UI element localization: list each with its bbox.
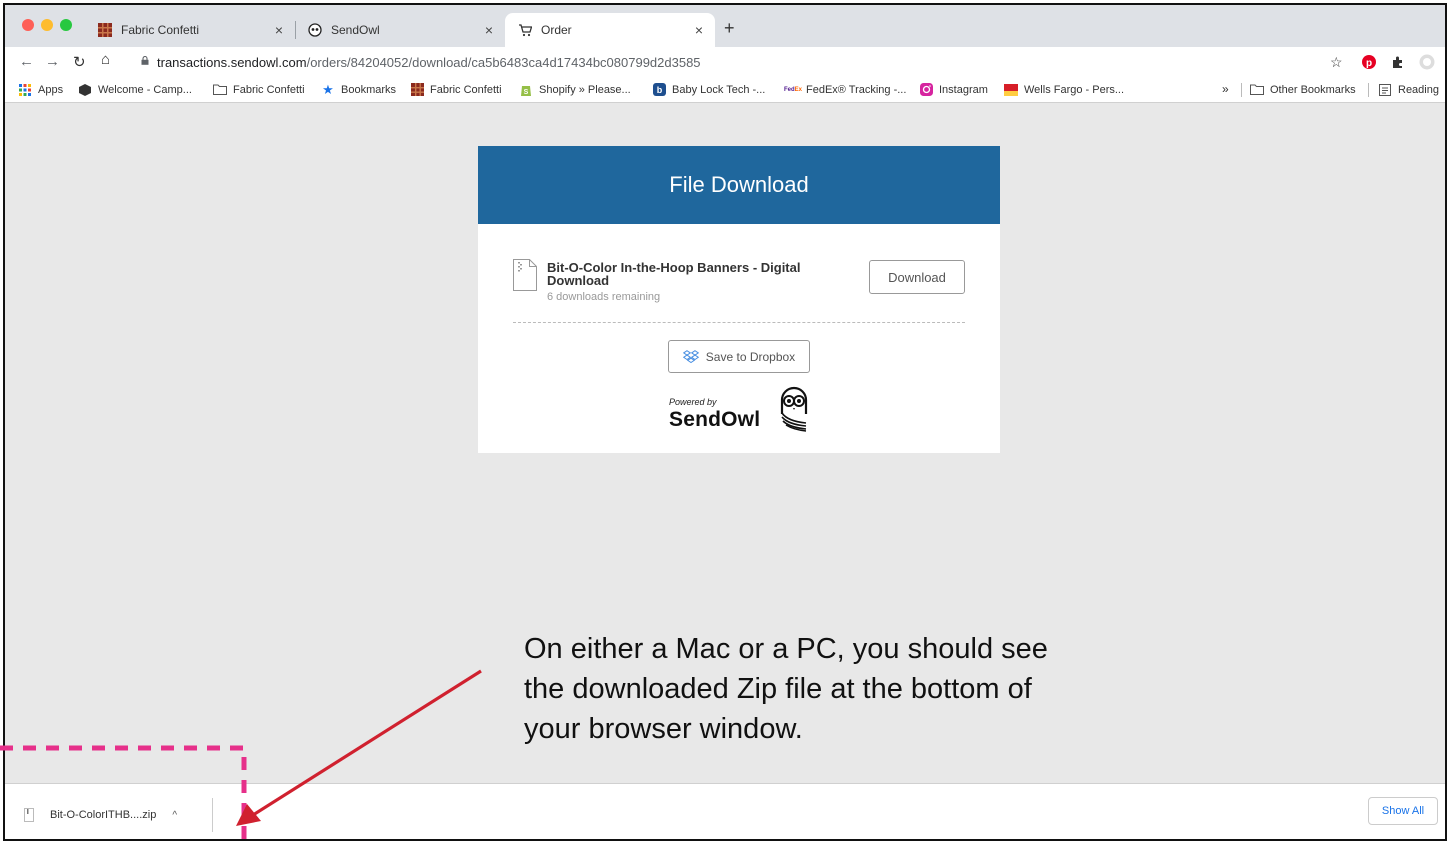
close-tab-icon[interactable]: × (485, 22, 493, 38)
lock-icon (141, 56, 149, 65)
downloads-remaining: 6 downloads remaining (547, 291, 661, 303)
folder-icon (1250, 83, 1264, 96)
bookmark-apps[interactable]: Apps (18, 83, 63, 96)
dropbox-icon (682, 349, 699, 363)
url-domain: transactions.sendowl.com (157, 55, 307, 70)
apps-grid-icon (18, 83, 32, 96)
bookmarks-bar: Apps Welcome - Camp... Fabric Confetti ★… (5, 77, 1445, 103)
tab-sendowl[interactable]: SendOwl × (295, 13, 505, 47)
fabric-confetti-favicon (410, 83, 424, 96)
back-icon[interactable]: ← (19, 53, 34, 70)
url-field[interactable]: transactions.sendowl.com/orders/84204052… (157, 55, 701, 70)
fedex-icon: Fed Ex (784, 86, 803, 93)
extensions-puzzle-icon[interactable] (1391, 55, 1405, 69)
reload-icon[interactable]: ↻ (73, 53, 86, 71)
close-tab-icon[interactable]: × (275, 22, 283, 38)
tab-title: Order (541, 23, 572, 37)
powered-by-label: Powered by (669, 397, 717, 407)
bookmark-other-bookmarks[interactable]: Other Bookmarks (1250, 83, 1356, 96)
bookmark-wells-fargo[interactable]: Wells Fargo - Pers... (1004, 83, 1124, 96)
new-tab-button[interactable]: + (724, 18, 735, 39)
dropbox-label: Save to Dropbox (705, 349, 796, 364)
bookmarks-overflow-button[interactable]: » (1222, 82, 1229, 96)
bookmark-shopify[interactable]: S Shopify » Please... (519, 83, 631, 96)
bookmark-label: Other Bookmarks (1270, 83, 1356, 96)
divider (513, 322, 965, 323)
bookmark-fabric-confetti[interactable]: Fabric Confetti (410, 83, 502, 96)
babylock-icon: b (652, 83, 666, 96)
bookmark-label: Bookmarks (341, 83, 397, 96)
fabric-confetti-favicon (97, 22, 113, 38)
sendowl-favicon (307, 22, 323, 38)
bookmark-label: Welcome - Camp... (98, 83, 192, 96)
home-icon[interactable]: ⌂ (101, 51, 110, 68)
cart-icon (517, 22, 533, 38)
bookmark-star-icon[interactable]: ☆ (1330, 54, 1343, 71)
svg-text:b: b (656, 85, 662, 95)
instruction-caption: On either a Mac or a PC, you should see … (524, 633, 1048, 745)
star-icon: ★ (322, 81, 334, 97)
bookmark-label: Fabric Confetti (430, 83, 502, 96)
close-tab-icon[interactable]: × (695, 22, 703, 38)
bookmarks-divider (1241, 83, 1242, 97)
instagram-icon (919, 83, 933, 96)
tab-order[interactable]: Order × (505, 13, 715, 47)
tab-title: SendOwl (331, 23, 380, 37)
file-title: Bit-O-Color In-the-Hoop Banners - Digita… (547, 260, 801, 288)
svg-text:p: p (1366, 58, 1372, 69)
page-content: File Download Bit-O-Color In-the-Hoop Ba… (5, 103, 1445, 783)
zoom-window-button[interactable] (60, 19, 72, 31)
url-path: /orders/84204052/download/ca5b6483ca4d17… (306, 55, 701, 70)
bookmark-folder-fabric-confetti[interactable]: Fabric Confetti (213, 83, 305, 96)
zip-file-icon (513, 259, 537, 291)
card-header: File Download (478, 146, 1000, 224)
download-card: File Download Bit-O-Color In-the-Hoop Ba… (478, 146, 1000, 453)
chevron-up-icon[interactable]: ^ (172, 810, 177, 821)
show-all-button[interactable]: Show All (1368, 797, 1438, 825)
minimize-window-button[interactable] (41, 19, 53, 31)
bookmark-label: Shopify » Please... (539, 83, 631, 96)
tab-title: Fabric Confetti (121, 23, 200, 37)
profile-avatar-icon[interactable] (1419, 54, 1435, 70)
bookmark-label: FedEx® Tracking -... (806, 83, 907, 96)
bookmark-fedex[interactable]: Fed Ex FedEx® Tracking -... (784, 83, 907, 96)
cube-icon (78, 83, 92, 96)
pinterest-extension-icon[interactable]: p (1362, 55, 1376, 69)
close-window-button[interactable] (22, 19, 34, 31)
bookmark-label: Wells Fargo - Pers... (1024, 83, 1125, 96)
downloaded-file-name: Bit-O-ColorITHB....zip (50, 809, 157, 821)
bookmark-welcome-camp[interactable]: Welcome - Camp... (78, 83, 192, 96)
wellsfargo-icon (1004, 83, 1018, 96)
bookmark-baby-lock[interactable]: b Baby Lock Tech -... (652, 83, 765, 96)
bookmark-label: Reading (1398, 83, 1439, 96)
shelf-divider (212, 798, 213, 832)
forward-icon[interactable]: → (45, 53, 60, 70)
bookmark-bookmarks[interactable]: ★ Bookmarks (321, 81, 397, 97)
bookmark-instagram[interactable]: Instagram (919, 83, 988, 96)
bookmark-label: Apps (38, 83, 64, 96)
download-shelf: Bit-O-ColorITHB....zip ^ Show All (5, 783, 1445, 839)
shopify-icon: S (519, 83, 533, 96)
browser-window: Fabric Confetti × SendOwl × Order × + ← … (3, 3, 1447, 841)
bookmark-label: Baby Lock Tech -... (672, 83, 766, 96)
reading-list-icon (1378, 83, 1392, 96)
downloaded-file-item[interactable]: Bit-O-ColorITHB....zip ^ (24, 798, 177, 832)
tab-fabric-confetti[interactable]: Fabric Confetti × (85, 13, 295, 47)
address-toolbar: ← → ↻ ⌂ transactions.sendowl.com/orders/… (5, 47, 1445, 77)
bookmarks-divider (1368, 83, 1369, 97)
sendowl-owl-icon (780, 386, 808, 432)
bookmark-label: Fabric Confetti (233, 83, 305, 96)
sendowl-logo-text: SendOwl (669, 408, 761, 431)
tab-strip: Fabric Confetti × SendOwl × Order × + (5, 5, 1445, 47)
svg-text:S: S (524, 89, 529, 96)
zip-file-icon (24, 808, 34, 822)
save-to-dropbox-button[interactable]: Save to Dropbox (668, 340, 810, 373)
reading-list-button[interactable]: Reading (1378, 83, 1439, 96)
bookmark-label: Instagram (939, 83, 988, 96)
folder-icon (213, 83, 227, 96)
download-button[interactable]: Download (869, 260, 965, 294)
